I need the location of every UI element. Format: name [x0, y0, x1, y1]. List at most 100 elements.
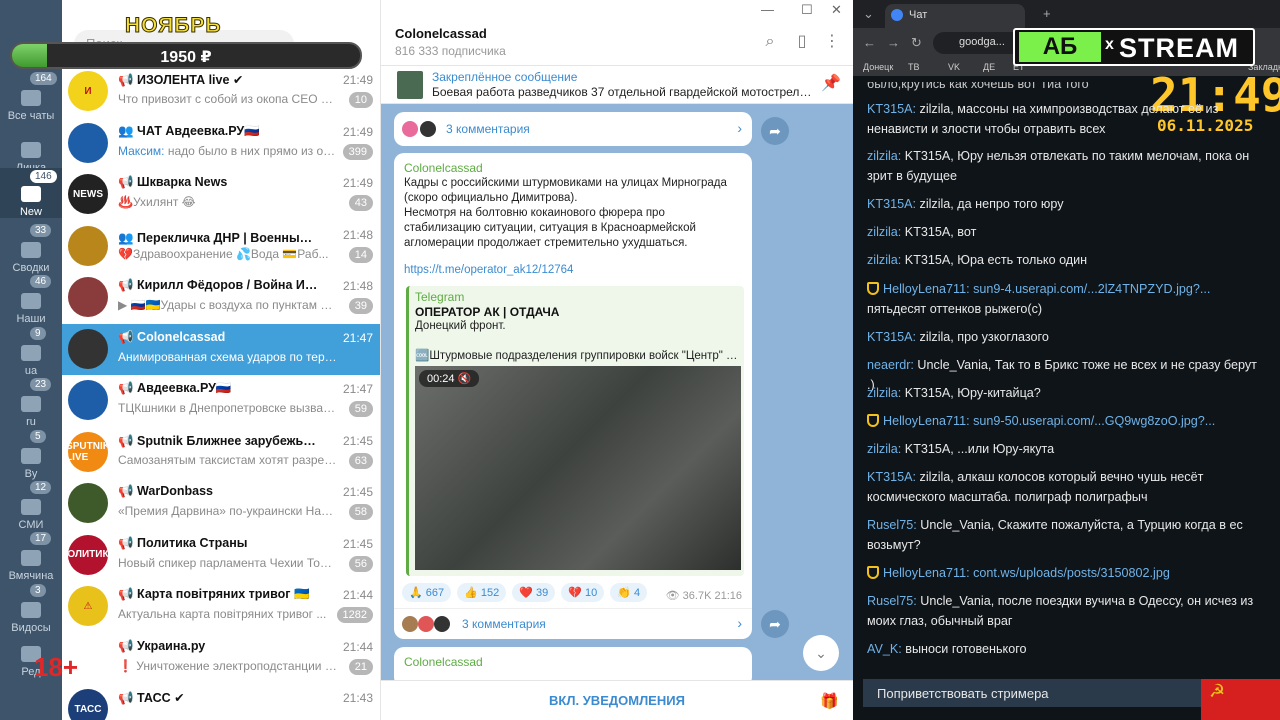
tab-search-icon[interactable]: ⌄ [863, 6, 874, 22]
folder-vmyachina[interactable]: 17 Вмячина [0, 530, 62, 582]
folder-all-chats[interactable]: 164 Все чаты [0, 70, 62, 122]
chat-username[interactable]: zilzila: [867, 253, 901, 267]
chat-list-item[interactable]: И 📢 ИЗОЛЕНТА live ✔ 21:49 Что привозит с с… [62, 66, 380, 118]
telegram-window: 164 Все чаты Личка 146 New 33Сводки 46 Наши… [0, 0, 853, 720]
video-time: 00:24 [427, 373, 455, 385]
mute-icon[interactable]: 🔇 [458, 373, 472, 385]
folder-lichka[interactable]: Личка [0, 122, 62, 174]
reaction-chip[interactable]: ❤️ 39 [512, 583, 556, 602]
reaction-chip[interactable]: 👍 152 [457, 583, 507, 602]
chat-username[interactable]: KT315A: [867, 470, 916, 484]
chat-list-item[interactable]: 📢 Авдеевка.РУ🇷🇺 21:47 ТЦКшники в Днепропе… [62, 375, 380, 427]
chat-avatar [68, 277, 108, 317]
chat-time: 21:49 [342, 73, 373, 87]
pinned-message[interactable]: Закреплённое сообщение Боевая работа раз… [381, 66, 853, 104]
chat-name: 📢 Кирилл Фёдоров / Война История О... [118, 278, 318, 292]
chat-preview: Анимированная схема ударов по территор..… [118, 350, 338, 364]
chat-username[interactable]: zilzila: [867, 225, 901, 239]
enable-notifications-button[interactable]: ВКЛ. УВЕДОМЛЕНИЯ [381, 693, 853, 708]
gift-icon[interactable]: 🎁 [820, 692, 839, 710]
chat-username[interactable]: KT315A: [867, 330, 916, 344]
commenter-avatar [402, 616, 418, 632]
bookmark-item[interactable]: ТВ [908, 62, 920, 72]
chat-list-item[interactable]: 👥 Перекличка ДНР | Военный ⓩ Доне... 21:4… [62, 221, 380, 273]
chat-username[interactable]: KT315A: [867, 102, 916, 116]
folder-label: Все чаты [7, 110, 55, 122]
tab-chat[interactable]: Чат [885, 4, 1025, 28]
chat-username[interactable]: Rusel75: [867, 518, 917, 532]
chat-list-item[interactable]: ⚠ 📢 Карта повітряних тривог 🇺🇦 21:44 Актуа… [62, 581, 380, 633]
chat-username[interactable]: zilzila: [867, 442, 901, 456]
chat-username[interactable]: neaerdr: [867, 358, 914, 372]
channel-header[interactable]: Colonelcassad 816 333 подписчика — ☐ ✕ ⌕… [381, 0, 853, 66]
chat-username[interactable]: HelloyLena711: [883, 414, 970, 428]
chat-username[interactable]: Rusel75: [867, 594, 917, 608]
pinned-text: Боевая работа разведчиков 37 отдельной г… [432, 85, 812, 99]
close-icon[interactable]: ✕ [831, 2, 842, 18]
chat-time: 21:45 [342, 485, 373, 499]
share-button[interactable]: ➦ [761, 610, 789, 638]
maximize-icon[interactable]: ☐ [801, 2, 813, 18]
chat-time: 21:49 [342, 124, 373, 139]
chat-list-item[interactable]: NEWS 📢 Шкварка News 21:49 ♨️Ухилянт 😂 43 [62, 169, 380, 221]
reaction-chip[interactable]: 🙏 667 [402, 583, 452, 602]
more-icon[interactable]: ⋮ [824, 34, 840, 50]
chat-username[interactable]: KT315A: [867, 197, 916, 211]
chat-username[interactable]: HelloyLena711: [883, 282, 970, 296]
chat-list-item[interactable]: 📢 Украина.ру 21:44 ❗ Уничтожение электроп… [62, 633, 380, 685]
reload-icon[interactable]: ↻ [911, 35, 922, 51]
chat-list-item[interactable]: 👥 ЧАТ Авдеевка.РУ🇷🇺 21:49 Максим: надо был… [62, 118, 380, 170]
bookmark-item[interactable]: Донецк [863, 62, 893, 72]
comments-count: 3 комментария [462, 617, 546, 631]
chat-link[interactable]: sun9-50.userapi.com/...GQ9wg8zoO.jpg?... [973, 414, 1215, 428]
folder-nashi[interactable]: 46 Наши [0, 273, 62, 325]
chat-preview-text: Актуальна карта повітряних тривог ... [118, 607, 327, 621]
search-icon[interactable]: ⌕ [762, 34, 778, 50]
forward-icon[interactable]: → [887, 35, 900, 50]
chat-link[interactable]: sun9-4.userapi.com/...2lZ4TNPZYD.jpg?... [973, 282, 1210, 296]
chat-time: 21:43 [342, 691, 373, 705]
folder-ru[interactable]: 23 ru [0, 376, 62, 428]
chat-list-item[interactable]: ТАСС 📢 ТАСС ✔ 21:43 [62, 684, 380, 720]
chat-list-item[interactable]: SPUTNIK LIVE 📢 Sputnik Ближнее зарубежье … [62, 427, 380, 479]
chat-username[interactable]: zilzila: [867, 149, 901, 163]
unread-badge: 43 [348, 195, 373, 211]
folder-by[interactable]: 5 By [0, 428, 62, 480]
chat-list-item[interactable]: 📢 Colonelcassad 21:47 Анимированная схема… [62, 323, 380, 375]
share-button[interactable]: ➦ [761, 117, 789, 145]
chat-username[interactable]: AV_K: [867, 642, 902, 656]
folder-smi[interactable]: 12 СМИ [0, 479, 62, 531]
chat-list-item[interactable]: 📢 WarDonbass 21:45 «Премия Дарвина» по-ук… [62, 478, 380, 530]
chat-username[interactable]: zilzila: [867, 386, 901, 400]
scroll-down-button[interactable]: ⌄ [803, 635, 839, 671]
message-link[interactable]: https://t.me/operator_ak12/12764 [404, 264, 573, 276]
folder-new[interactable]: 146 New [0, 168, 62, 218]
chat-list-item[interactable]: 📢 Кирилл Фёдоров / Война История О... 21:… [62, 272, 380, 324]
folder-svodki[interactable]: 33 Сводки [0, 222, 62, 274]
chat-preview-text: 💔Здравоохранение 💦Вода 💳Раб... [118, 246, 329, 261]
back-icon[interactable]: ← [863, 35, 876, 50]
folder-icon [21, 448, 41, 464]
folder-label: Наши [16, 313, 46, 325]
folder-ua[interactable]: 9 ua [0, 325, 62, 377]
chat-time: 21:44 [342, 588, 373, 602]
chat-name: 📢 Colonelcassad [118, 329, 226, 344]
video-player[interactable]: 00:24 🔇 [415, 366, 741, 570]
reaction-chip[interactable]: 💔 10 [561, 583, 605, 602]
new-tab-button[interactable]: + [1043, 6, 1051, 21]
sidebar-toggle-icon[interactable]: ▯ [794, 34, 810, 50]
chat-preview: ❗ Уничтожение электроподстанции в Па... [118, 659, 338, 673]
comments-link[interactable]: 3 комментария › [394, 608, 752, 638]
reaction-chip[interactable]: 👏 4 [610, 583, 648, 602]
pin-icon[interactable]: 📌 [821, 76, 841, 92]
chat-name: 📢 Украина.ру [118, 638, 206, 653]
bookmark-item[interactable]: VK [948, 62, 960, 72]
chat-list-item[interactable]: ПОЛИТИКА 📢 Политика Страны 21:45 Новый спи… [62, 530, 380, 582]
minimize-icon[interactable]: — [761, 2, 774, 17]
preview-title: ОПЕРАТОР АК | ОТДАЧА [415, 305, 560, 319]
link-preview[interactable]: Telegram ОПЕРАТОР АК | ОТДАЧА Донецкий ф… [406, 286, 744, 576]
bookmark-item[interactable]: ДЕ [983, 62, 995, 72]
chat-username[interactable]: HelloyLena711: [883, 566, 970, 580]
chat-link[interactable]: cont.ws/uploads/posts/3150802.jpg [973, 566, 1170, 580]
comments-link[interactable]: 3 комментария › [394, 114, 752, 144]
